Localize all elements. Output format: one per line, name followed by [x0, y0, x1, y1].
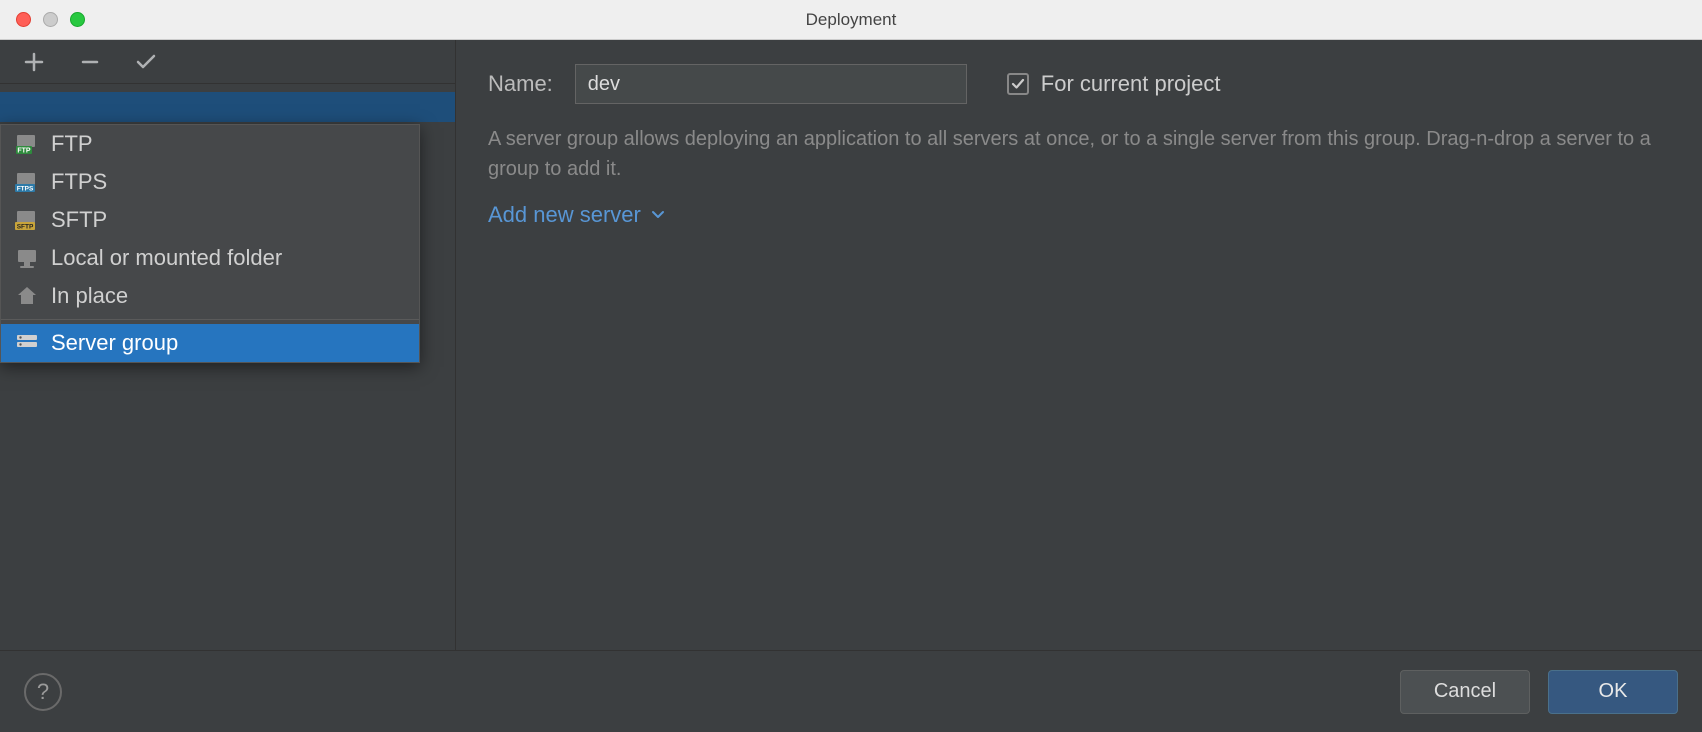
menu-item-label: In place — [51, 283, 128, 309]
for-current-project-wrap: For current project — [1007, 71, 1221, 97]
help-icon: ? — [37, 679, 49, 705]
close-window-button[interactable] — [16, 12, 31, 27]
in-place-icon — [15, 285, 39, 307]
remove-button[interactable] — [76, 48, 104, 76]
name-label: Name: — [488, 71, 553, 97]
menu-item-sftp[interactable]: SFTP SFTP — [1, 201, 419, 239]
menu-separator — [1, 319, 419, 320]
ok-button[interactable]: OK — [1548, 670, 1678, 714]
window-title: Deployment — [806, 10, 897, 30]
local-folder-icon — [15, 247, 39, 269]
svg-text:FTPS: FTPS — [17, 186, 34, 193]
menu-item-server-group[interactable]: Server group — [1, 324, 419, 362]
plus-icon — [24, 52, 44, 72]
menu-item-ftp[interactable]: FTP FTP — [1, 125, 419, 163]
svg-text:FTP: FTP — [17, 148, 31, 155]
server-group-icon — [15, 332, 39, 354]
titlebar: Deployment — [0, 0, 1702, 40]
add-new-server-link[interactable]: Add new server — [488, 202, 1670, 228]
sidebar: FTP FTP FTPS FTPS SFTP SFTP Loca — [0, 40, 456, 650]
minimize-window-button[interactable] — [43, 12, 58, 27]
for-current-project-checkbox[interactable] — [1007, 73, 1029, 95]
name-input[interactable] — [575, 64, 967, 104]
window-controls — [0, 12, 85, 27]
ftp-icon: FTP — [15, 133, 39, 155]
menu-item-label: Server group — [51, 330, 178, 356]
footer-buttons: Cancel OK — [1400, 670, 1678, 714]
main-panel: Name: For current project A server group… — [456, 40, 1702, 650]
zoom-window-button[interactable] — [70, 12, 85, 27]
cancel-button[interactable]: Cancel — [1400, 670, 1530, 714]
sidebar-selected-row[interactable] — [0, 92, 455, 122]
name-row: Name: For current project — [488, 64, 1670, 104]
menu-item-local[interactable]: Local or mounted folder — [1, 239, 419, 277]
menu-item-in-place[interactable]: In place — [1, 277, 419, 315]
menu-item-label: FTP — [51, 131, 93, 157]
sidebar-toolbar — [0, 40, 455, 84]
menu-item-label: Local or mounted folder — [51, 245, 282, 271]
menu-item-label: SFTP — [51, 207, 107, 233]
chevron-down-icon — [651, 208, 665, 222]
checkmark-icon — [134, 50, 158, 74]
ok-button-label: OK — [1599, 680, 1628, 703]
add-server-popup: FTP FTP FTPS FTPS SFTP SFTP Loca — [0, 124, 420, 363]
ftps-icon: FTPS — [15, 171, 39, 193]
sftp-icon: SFTP — [15, 209, 39, 231]
svg-text:SFTP: SFTP — [17, 224, 34, 231]
description-text: A server group allows deploying an appli… — [488, 124, 1670, 184]
add-button[interactable] — [20, 48, 48, 76]
add-new-server-label: Add new server — [488, 202, 641, 228]
menu-item-label: FTPS — [51, 169, 107, 195]
check-icon — [1010, 76, 1026, 92]
content-area: FTP FTP FTPS FTPS SFTP SFTP Loca — [0, 40, 1702, 650]
for-current-project-label: For current project — [1041, 71, 1221, 97]
footer: ? Cancel OK — [0, 650, 1702, 732]
minus-icon — [80, 52, 100, 72]
help-button[interactable]: ? — [24, 673, 62, 711]
menu-item-ftps[interactable]: FTPS FTPS — [1, 163, 419, 201]
set-default-button[interactable] — [132, 48, 160, 76]
cancel-button-label: Cancel — [1434, 680, 1496, 703]
